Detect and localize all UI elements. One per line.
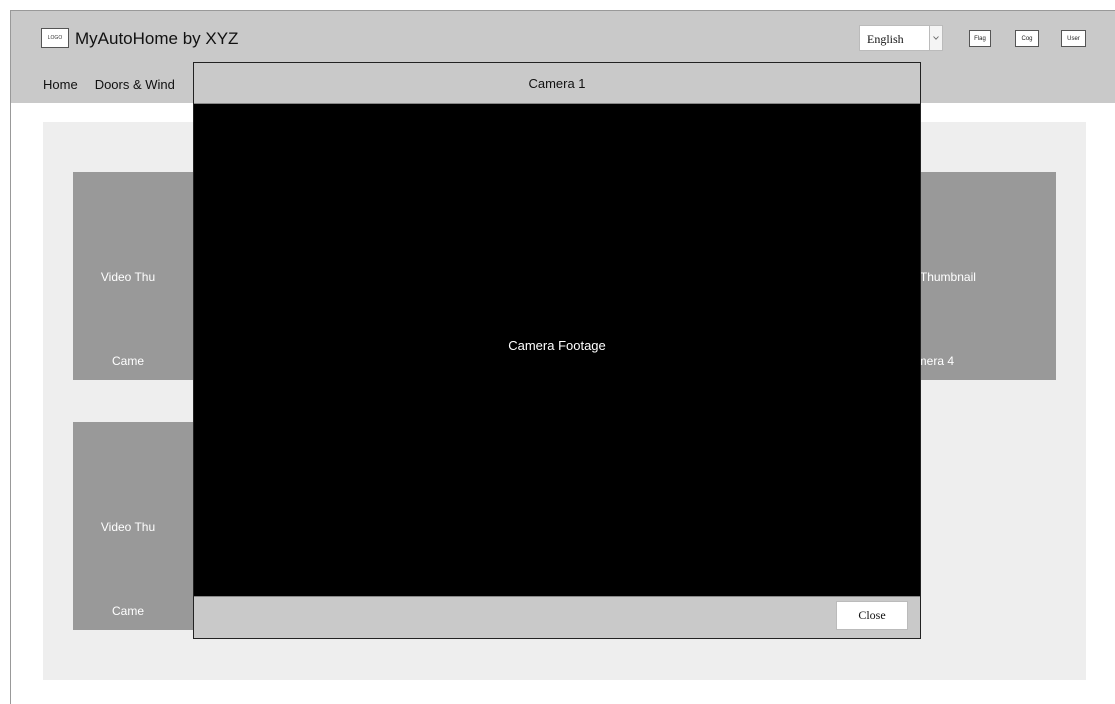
- camera-footage-area[interactable]: Camera Footage: [194, 104, 920, 597]
- nav-item-doors-windows[interactable]: Doors & Wind: [95, 77, 175, 92]
- modal-header: Camera 1: [194, 63, 920, 104]
- logo: LOGO: [41, 28, 69, 48]
- nav-item-home[interactable]: Home: [43, 77, 78, 92]
- modal-footer: Close: [194, 596, 920, 638]
- camera-modal: Camera 1 Camera Footage Close: [193, 62, 921, 639]
- camera-footage-label: Camera Footage: [508, 338, 606, 353]
- cog-button[interactable]: Cog: [1015, 30, 1039, 47]
- user-button[interactable]: User: [1061, 30, 1086, 47]
- close-button[interactable]: Close: [836, 601, 908, 630]
- chevron-down-icon[interactable]: [929, 26, 942, 50]
- language-select[interactable]: English: [859, 25, 943, 51]
- app-title: MyAutoHome by XYZ: [75, 29, 239, 48]
- language-select-value: English: [867, 32, 904, 46]
- modal-title: Camera 1: [528, 75, 586, 91]
- flag-button[interactable]: Flag: [969, 30, 991, 47]
- main-nav: Home Doors & Wind: [43, 77, 175, 92]
